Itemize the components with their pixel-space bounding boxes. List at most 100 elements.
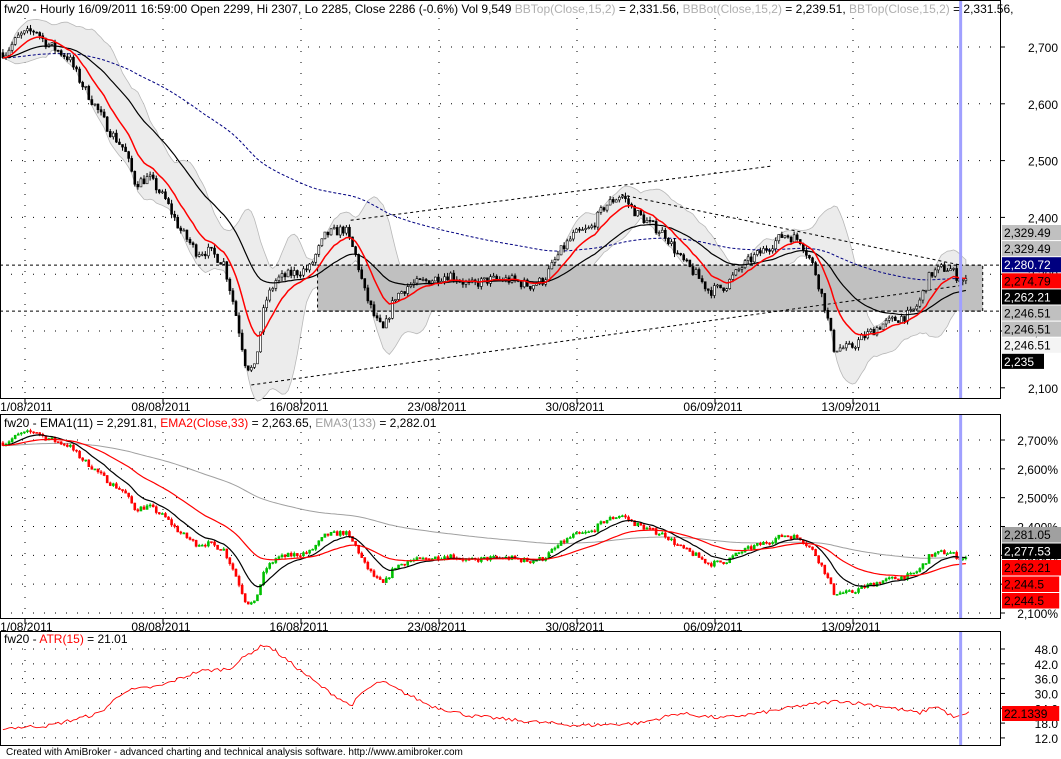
candle-body bbox=[936, 551, 940, 554]
candle-body bbox=[710, 290, 713, 296]
candle-body bbox=[446, 556, 449, 559]
candle-body bbox=[115, 132, 118, 143]
ema2-label: EMA2(Close,33) bbox=[160, 416, 248, 430]
candle-body bbox=[936, 266, 940, 271]
candle-body bbox=[829, 317, 833, 331]
candle-body bbox=[713, 285, 716, 296]
candle-body bbox=[921, 563, 925, 569]
candle-body bbox=[176, 526, 180, 533]
candle-body bbox=[56, 441, 60, 443]
ema3-value: = 2,282.01 bbox=[376, 416, 437, 430]
candle-body bbox=[81, 82, 84, 88]
candle-body bbox=[857, 339, 860, 348]
candle-body bbox=[795, 535, 799, 539]
candle-body bbox=[590, 530, 594, 533]
bbbot-value: = 2,239.51, bbox=[782, 2, 849, 16]
value-badge-text: 2,277.53 bbox=[1004, 545, 1051, 559]
candle-body bbox=[397, 564, 400, 569]
candle-body bbox=[418, 557, 422, 559]
candle-body bbox=[366, 561, 370, 570]
candle-body bbox=[492, 556, 495, 558]
candle-body bbox=[909, 572, 912, 575]
candle-body bbox=[271, 562, 275, 564]
candle-body bbox=[532, 560, 535, 564]
candle-body bbox=[338, 226, 342, 236]
y-tick-label: 48.0 bbox=[1035, 643, 1059, 657]
candle-body bbox=[363, 557, 367, 563]
value-badge-text: 2,329.49 bbox=[1004, 242, 1051, 256]
candle-body bbox=[777, 234, 781, 242]
candle-body bbox=[10, 438, 14, 442]
candle-body bbox=[29, 430, 32, 433]
atr-value: = 21.01 bbox=[84, 632, 128, 646]
candle-body bbox=[35, 31, 38, 34]
candle-body bbox=[7, 49, 11, 56]
candle-body bbox=[102, 472, 106, 476]
candle-body bbox=[317, 540, 321, 546]
ema-panel[interactable]: 2,700%2,600%2,500%2,400%2,300%2,200%2,10… bbox=[0, 414, 1058, 635]
candle-body bbox=[900, 576, 903, 581]
candle-body bbox=[158, 512, 161, 515]
candle-body bbox=[182, 229, 186, 232]
bbbot-label: BBBot(Close,15,2) bbox=[683, 2, 782, 16]
candle-body bbox=[268, 563, 272, 569]
candle-body bbox=[841, 592, 845, 595]
candle-body bbox=[93, 103, 97, 106]
candle-body bbox=[326, 231, 330, 236]
candle-body bbox=[786, 535, 790, 538]
candle-body bbox=[553, 259, 557, 263]
candle-body bbox=[774, 240, 778, 250]
candle-body bbox=[388, 317, 391, 320]
candle-body bbox=[884, 578, 888, 581]
candle-body bbox=[584, 228, 587, 230]
candle-body bbox=[185, 532, 189, 538]
candle-body bbox=[949, 552, 952, 554]
candle-body bbox=[23, 431, 26, 434]
candle-body bbox=[648, 527, 652, 530]
candle-body bbox=[225, 548, 229, 559]
candle-body bbox=[78, 450, 81, 459]
candle-body bbox=[688, 259, 692, 267]
candle-body bbox=[568, 238, 572, 242]
price-panel[interactable]: 2,7002,6002,5002,4002,3002,2002,10001/08… bbox=[0, 0, 1058, 415]
candle-body bbox=[759, 250, 762, 254]
candle-body bbox=[253, 363, 256, 368]
candle-body bbox=[890, 316, 894, 319]
atr-panel[interactable]: 48.042.036.030.024.018.012.0 bbox=[0, 631, 1059, 746]
ema2-value: = 2,263.65, bbox=[248, 416, 315, 430]
candle-body bbox=[29, 28, 32, 32]
candle-body bbox=[154, 506, 158, 513]
candle-body bbox=[912, 572, 916, 575]
candle-body bbox=[789, 536, 793, 540]
candle-body bbox=[817, 274, 820, 290]
amibroker-chart[interactable]: 2,7002,6002,5002,4002,3002,2002,10001/08… bbox=[0, 0, 1061, 759]
candle-body bbox=[596, 523, 600, 532]
bbtop2-label: BBTop(Close,15,2) bbox=[849, 2, 950, 16]
candle-body bbox=[81, 457, 84, 461]
candle-body bbox=[345, 531, 348, 535]
candle-body bbox=[292, 553, 296, 557]
candle-body bbox=[605, 519, 609, 524]
candle-body bbox=[237, 315, 241, 334]
candle-body bbox=[728, 557, 732, 563]
candle-body bbox=[703, 558, 707, 564]
candle-body bbox=[115, 483, 118, 489]
range-box bbox=[317, 264, 984, 312]
candle-body bbox=[305, 552, 308, 554]
candle-body bbox=[768, 542, 771, 545]
candle-body bbox=[930, 554, 934, 557]
candle-body bbox=[243, 349, 247, 367]
candle-body bbox=[887, 317, 891, 321]
candle-body bbox=[654, 221, 658, 234]
candle-body bbox=[529, 286, 532, 290]
candle-body bbox=[556, 545, 560, 549]
candle-body bbox=[694, 552, 698, 556]
candle-body bbox=[575, 228, 578, 233]
candle-body bbox=[624, 515, 627, 518]
candle-body bbox=[676, 252, 679, 255]
candle-body bbox=[851, 590, 854, 593]
candle-body bbox=[280, 554, 284, 558]
candle-body bbox=[164, 513, 167, 518]
candle-body bbox=[664, 229, 667, 239]
candle-body bbox=[234, 301, 238, 316]
